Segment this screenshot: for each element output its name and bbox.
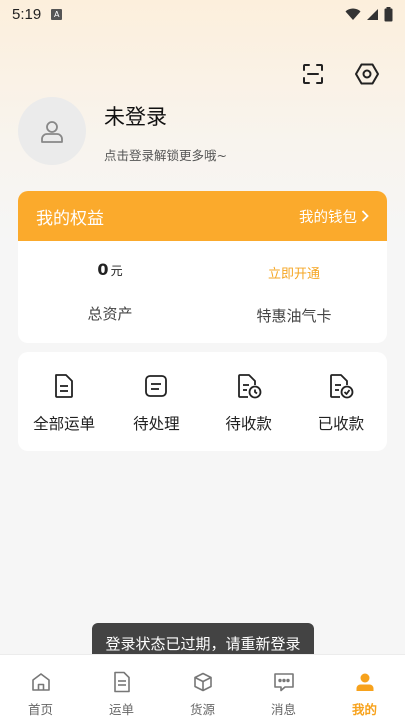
person-icon — [356, 673, 373, 691]
order-label: 待处理 — [133, 415, 180, 433]
nav-label: 消息 — [270, 702, 296, 717]
signal-icon — [367, 8, 378, 20]
nav-label: 我的 — [351, 702, 377, 717]
wifi-icon — [345, 8, 361, 20]
oil-card-label: 特惠油气卡 — [256, 307, 332, 325]
document-icon — [55, 374, 74, 398]
benefits-title: 我的权益 — [36, 208, 104, 229]
order-to-receive[interactable]: 待收款 — [203, 352, 295, 451]
received-check-icon — [329, 374, 354, 399]
scan-button[interactable] — [299, 60, 327, 88]
avatar[interactable] — [18, 97, 86, 165]
receive-clock-icon — [237, 374, 262, 399]
order-label: 全部运单 — [33, 415, 96, 433]
status-bar: 5:19 A — [0, 0, 405, 28]
order-pending[interactable]: 待处理 — [110, 352, 202, 451]
profile-name[interactable]: 未登录 — [104, 101, 167, 131]
open-now-link[interactable]: 立即开通 — [202, 263, 386, 282]
waybill-icon — [113, 671, 130, 693]
order-label: 待收款 — [225, 415, 272, 433]
hex-settings-icon — [355, 63, 379, 85]
order-received[interactable]: 已收款 — [295, 352, 387, 451]
order-all-waybills[interactable]: 全部运单 — [18, 352, 110, 451]
order-label: 已收款 — [317, 415, 365, 433]
cube-icon — [193, 672, 212, 692]
amount-value: 0 — [97, 260, 109, 279]
status-icons — [345, 6, 393, 22]
nav-item-home[interactable]: 首页 — [0, 655, 81, 720]
nav-label: 首页 — [27, 702, 53, 717]
battery-icon — [384, 6, 393, 21]
notification-a-icon: A — [51, 8, 63, 20]
scan-icon — [303, 64, 323, 84]
profile-login-hint[interactable]: 点击登录解锁更多哦~ — [104, 145, 227, 164]
waybill-shortcuts-card: 全部运单 待处理 待收款 已收款 — [18, 352, 387, 451]
nav-label: 运单 — [108, 702, 134, 717]
total-assets-amount[interactable]: 0元 — [18, 260, 202, 279]
chevron-right-icon — [361, 210, 369, 222]
amount-unit: 元 — [110, 264, 123, 278]
status-time: 5:19 — [12, 5, 42, 23]
benefits-card: 我的权益 我的钱包 0元 立即开通 总资产 特惠油气卡 — [18, 191, 387, 343]
nav-item-waybill[interactable]: 运单 — [81, 655, 162, 720]
person-outline-icon — [41, 121, 63, 143]
home-icon — [31, 673, 50, 691]
total-assets-label: 总资产 — [87, 305, 133, 323]
bottom-nav: 首页 运单 货源 消息 我的 — [0, 654, 405, 720]
nav-item-messages[interactable]: 消息 — [243, 655, 324, 720]
nav-label: 货源 — [189, 702, 215, 717]
nav-item-cargo[interactable]: 货源 — [162, 655, 243, 720]
wallet-label: 我的钱包 — [299, 209, 357, 226]
pending-icon — [145, 375, 168, 397]
message-icon — [273, 673, 294, 692]
settings-button[interactable] — [353, 60, 381, 88]
nav-item-mine[interactable]: 我的 — [324, 655, 405, 720]
my-wallet-link[interactable]: 我的钱包 — [299, 206, 369, 227]
benefits-header: 我的权益 我的钱包 — [18, 191, 387, 241]
